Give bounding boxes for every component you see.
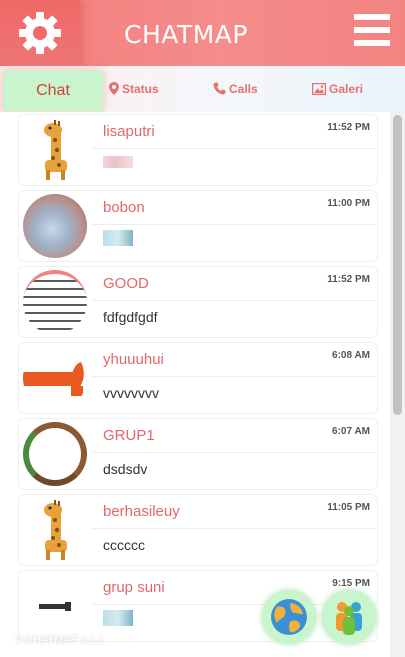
chat-name: berhasileuy — [103, 503, 180, 520]
chat-row[interactable]: lisaputri 11:52 PM — [0, 112, 390, 188]
avatar — [23, 118, 87, 182]
map-button[interactable] — [262, 590, 316, 644]
avatar — [23, 194, 87, 258]
avatar — [23, 574, 87, 638]
chat-name: lisaputri — [103, 123, 155, 140]
scrollbar-thumb[interactable] — [393, 115, 402, 415]
tab-status[interactable]: Status — [109, 82, 159, 96]
chat-row[interactable]: bobon 11:00 PM — [0, 188, 390, 264]
image-message-thumbnail — [103, 230, 133, 246]
avatar — [23, 498, 87, 562]
chat-time: 11:52 PM — [327, 122, 370, 133]
chat-time: 11:05 PM — [327, 502, 370, 513]
chat-row[interactable]: GRUP1 6:07 AM dsdsdv — [0, 416, 390, 492]
avatar — [23, 346, 87, 410]
app-header: CHATMAP — [0, 0, 405, 66]
chat-name: yhuuuhui — [103, 351, 164, 368]
chat-last-message: cccccc — [103, 537, 145, 553]
image-message-thumbnail — [103, 610, 133, 626]
tab-chat[interactable]: Chat — [3, 71, 103, 111]
tab-calls-label: Calls — [229, 82, 258, 96]
chat-row[interactable]: yhuuuhui 6:08 AM vvvvvvvv — [0, 340, 390, 416]
app-title: CHATMAP — [124, 20, 248, 49]
chat-name: bobon — [103, 199, 145, 216]
kyucin-logo-icon — [23, 362, 84, 396]
hamburger-icon — [354, 14, 390, 20]
image-icon — [311, 82, 327, 96]
footer-version: # CHATMAP v.1.1 — [16, 634, 105, 646]
avatar — [23, 270, 87, 334]
chat-time: 6:07 AM — [332, 426, 370, 437]
tab-status-label: Status — [122, 82, 159, 96]
chat-row[interactable]: berhasileuy 11:05 PM cccccc — [0, 492, 390, 568]
chat-name: GRUP1 — [103, 427, 155, 444]
menu-button[interactable] — [354, 14, 392, 52]
location-pin-icon — [109, 82, 119, 95]
contacts-button[interactable] — [322, 590, 376, 644]
avatar — [23, 422, 87, 486]
giraffe-avatar-icon — [44, 120, 67, 180]
chat-name: grup suni — [103, 579, 165, 596]
chat-last-message: dsdsdv — [103, 461, 148, 477]
chat-time: 6:08 AM — [332, 350, 370, 361]
chat-name: GOOD — [103, 275, 149, 292]
globe-icon — [271, 599, 307, 635]
phone-icon — [213, 82, 226, 95]
tab-galeri[interactable]: Galeri — [311, 82, 364, 96]
tab-calls[interactable]: Calls — [213, 82, 258, 96]
chat-time: 11:52 PM — [327, 274, 370, 285]
chat-row[interactable]: GOOD 11:52 PM fdfgdfgdf — [0, 264, 390, 340]
kyucin-small-logo-icon — [39, 602, 71, 611]
giraffe-avatar-icon — [44, 500, 67, 560]
image-message-thumbnail — [103, 156, 133, 168]
tab-galeri-label: Galeri — [329, 82, 364, 96]
chat-list: lisaputri 11:52 PM bobon 11:00 PM GOOD 1… — [0, 112, 390, 657]
chat-last-message: vvvvvvvv — [103, 385, 159, 401]
chat-time: 11:00 PM — [327, 198, 370, 209]
tab-bar: Chat Status Calls Galeri — [0, 66, 405, 112]
people-icon — [336, 602, 362, 635]
chat-time: 9:15 PM — [332, 578, 370, 589]
chat-last-message: fdfgdfgdf — [103, 309, 158, 325]
